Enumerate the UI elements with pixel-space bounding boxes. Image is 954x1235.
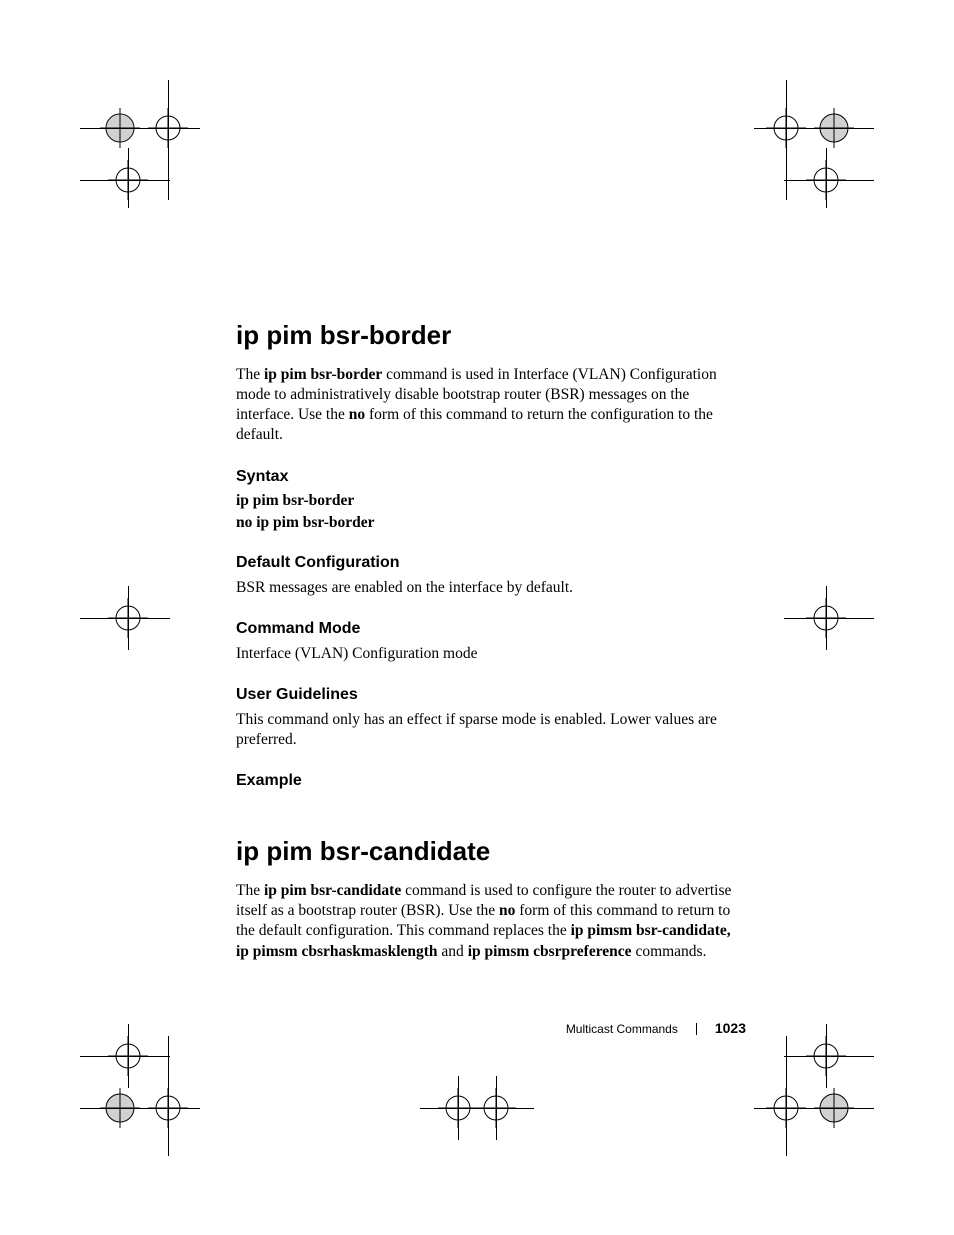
crop-mark — [168, 80, 169, 200]
example-heading: Example — [236, 772, 746, 790]
crop-mark — [786, 1036, 787, 1156]
page-footer: Multicast Commands 1023 — [566, 1020, 746, 1036]
crop-mark — [128, 586, 129, 650]
crop-mark — [496, 1076, 497, 1140]
user-guidelines-text: This command only has an effect if spars… — [236, 710, 746, 750]
footer-chapter: Multicast Commands — [566, 1022, 678, 1036]
crop-mark — [786, 80, 787, 200]
crop-mark — [784, 618, 874, 619]
command-mode-heading: Command Mode — [236, 620, 746, 638]
user-guidelines-heading: User Guidelines — [236, 686, 746, 704]
crop-mark — [80, 1108, 200, 1109]
crop-mark — [128, 1024, 129, 1088]
footer-page-number: 1023 — [715, 1020, 746, 1036]
crop-mark — [420, 1108, 534, 1109]
crop-mark — [826, 148, 827, 208]
crop-mark — [784, 180, 874, 181]
crop-mark — [168, 1036, 169, 1156]
default-config-text: BSR messages are enabled on the interfac… — [236, 578, 746, 598]
footer-divider — [696, 1023, 697, 1035]
crop-mark — [80, 180, 170, 181]
command-mode-text: Interface (VLAN) Configuration mode — [236, 644, 746, 664]
crop-mark — [128, 148, 129, 208]
section-intro: The ip pim bsr-border command is used in… — [236, 365, 746, 446]
crop-mark — [80, 128, 200, 129]
syntax-heading: Syntax — [236, 468, 746, 486]
crop-mark — [826, 1024, 827, 1088]
crop-mark — [754, 128, 874, 129]
crop-mark — [826, 586, 827, 650]
section-intro: The ip pim bsr-candidate command is used… — [236, 881, 746, 962]
crop-mark — [784, 1056, 874, 1057]
crop-mark — [754, 1108, 874, 1109]
page-content: ip pim bsr-border The ip pim bsr-border … — [236, 320, 746, 968]
crop-mark — [80, 1056, 170, 1057]
crop-mark — [80, 618, 170, 619]
syntax-line: no ip pim bsr-border — [236, 514, 746, 532]
syntax-line: ip pim bsr-border — [236, 492, 746, 510]
crop-mark — [458, 1076, 459, 1140]
section-heading: ip pim bsr-candidate — [236, 836, 746, 867]
section-heading: ip pim bsr-border — [236, 320, 746, 351]
default-config-heading: Default Configuration — [236, 554, 746, 572]
